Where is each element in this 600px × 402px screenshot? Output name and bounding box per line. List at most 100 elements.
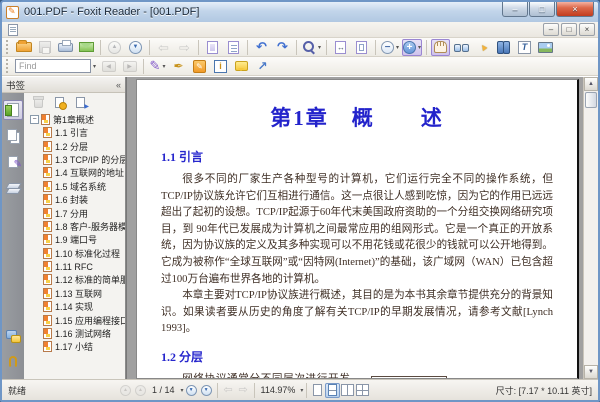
collapse-node-icon[interactable]: − [30, 115, 39, 124]
section-heading-1-1: 1.1 引言 [161, 150, 204, 164]
fit-page-button[interactable] [352, 39, 371, 56]
scroll-up-arrow[interactable]: ▲ [584, 77, 598, 91]
paragraph: 很多不同的厂家生产各种型号的计算机，它们运行完全不同的操作系统，但 TCP/IP… [161, 174, 553, 285]
last-page-button[interactable] [199, 383, 214, 398]
dropdown-caret[interactable]: ▾ [418, 44, 421, 51]
open-file-button[interactable] [14, 39, 33, 56]
bookmark-item[interactable]: 1.1 引言 [43, 126, 125, 139]
child-minimize-button[interactable]: – [543, 23, 559, 36]
text-viewer-button[interactable] [224, 39, 243, 56]
menu-item[interactable] [45, 24, 57, 38]
scrollbar-thumb[interactable] [585, 92, 597, 108]
highlight-tool-button[interactable]: ▾ [148, 58, 167, 75]
bookmark-item[interactable]: 1.8 客户-服务器模型 [43, 220, 125, 233]
minimize-button[interactable]: – [502, 2, 528, 17]
text-select-button[interactable] [515, 39, 534, 56]
bookmark-item[interactable]: 1.7 分用 [43, 206, 125, 219]
toolbar-grip[interactable] [6, 40, 9, 54]
add-bookmark-button[interactable] [50, 95, 69, 110]
bookmark-item[interactable]: 1.17 小结 [43, 340, 125, 353]
menu-item[interactable] [69, 24, 81, 38]
bookmark-item[interactable]: 1.5 域名系统 [43, 180, 125, 193]
bookmark-actions-button[interactable] [71, 95, 90, 110]
find-dropdown-caret[interactable]: ▾ [93, 63, 96, 70]
page-down-button[interactable] [126, 39, 145, 56]
toolbar-grip[interactable] [6, 59, 9, 73]
maximize-button[interactable]: □ [529, 2, 555, 17]
redo-button[interactable] [273, 39, 292, 56]
search-button[interactable] [494, 39, 513, 56]
bookmark-item[interactable]: 1.2 分层 [43, 139, 125, 152]
layout-continuous-button[interactable] [325, 382, 341, 398]
find-input[interactable] [15, 59, 91, 73]
annotations-tab-button[interactable] [3, 152, 23, 172]
delete-bookmark-button [29, 95, 48, 110]
bookmark-page-icon [43, 180, 52, 192]
bookmark-item[interactable]: 1.9 端口号 [43, 233, 125, 246]
bookmark-item[interactable]: 1.14 实现 [43, 300, 125, 313]
child-restore-button[interactable]: □ [561, 23, 577, 36]
pages-tab-button[interactable] [3, 126, 23, 146]
bookmark-root[interactable]: − 第1章概述 [30, 113, 125, 126]
hand-tool-button[interactable] [431, 38, 451, 56]
page-number-display[interactable]: 1 / 14 [152, 385, 175, 395]
collapse-sidebar-button[interactable]: « [116, 80, 121, 90]
snapshot-button[interactable] [536, 39, 555, 56]
menu-item[interactable] [21, 24, 33, 38]
annotations-tab [8, 156, 22, 170]
bookmarks-tab [5, 103, 19, 117]
child-close-button[interactable]: × [579, 23, 595, 36]
layout-single-button[interactable] [310, 383, 325, 398]
dropdown-caret[interactable]: ▾ [318, 44, 321, 51]
pdf-page[interactable]: 第1章 概 述 1.1 引言 很多不同的厂家生产各种型号的计算机，它们运行完全不… [136, 79, 579, 379]
zoom-dropdown-caret[interactable]: ▾ [300, 387, 303, 394]
menu-item[interactable] [33, 24, 45, 38]
loupe-tool-button[interactable] [452, 39, 471, 56]
print-button[interactable] [56, 39, 75, 56]
menu-item[interactable] [57, 24, 69, 38]
menu-item[interactable] [81, 24, 93, 38]
dropdown-caret[interactable]: ▾ [396, 44, 399, 51]
bookmark-children: 1.1 引言 1.2 分层 1.3 TCP/IP 的分层 1.4 互联网的地址 … [43, 126, 125, 354]
scrollbar-track[interactable] [584, 109, 598, 365]
signature-tool-button[interactable] [169, 58, 188, 75]
layout-continuous-facing-button[interactable] [355, 383, 370, 398]
zoom-in-button[interactable]: ▾ [402, 38, 423, 56]
toolbar-separator [375, 39, 377, 55]
typewriter-tool-button[interactable] [211, 58, 230, 75]
scroll-down-arrow[interactable]: ▼ [584, 365, 598, 379]
next-page-button[interactable] [184, 383, 199, 398]
bookmark-item[interactable]: 1.10 标准化过程 [43, 247, 125, 260]
close-button[interactable]: × [556, 2, 594, 17]
comments-tab-button[interactable] [3, 326, 23, 346]
undo-button[interactable] [252, 39, 271, 56]
dropdown-caret[interactable]: ▾ [162, 63, 165, 70]
note-tool-button[interactable] [232, 58, 251, 75]
zoom-out-button[interactable]: ▾ [380, 39, 400, 56]
zoom-tool-button[interactable]: ▾ [301, 39, 322, 56]
bookmark-item[interactable]: 1.12 标准的简单服务 [43, 273, 125, 286]
link-tool-button[interactable] [253, 58, 272, 75]
bookmark-item[interactable]: 1.6 封装 [43, 193, 125, 206]
fit-width-button[interactable] [331, 39, 350, 56]
menu-item[interactable] [93, 24, 105, 38]
vertical-scrollbar[interactable]: ▲ ▼ [583, 77, 598, 379]
clipboard-view-button[interactable] [203, 39, 222, 56]
bookmarks-panel: − 第1章概述 1.1 引言 1.2 分层 [24, 93, 125, 379]
bookmark-item[interactable]: 1.4 互联网的地址 [43, 166, 125, 179]
bookmark-item[interactable]: 1.3 TCP/IP 的分层 [43, 153, 125, 166]
bookmark-item[interactable]: 1.11 RFC [43, 260, 125, 273]
pencil-tool-button[interactable] [190, 58, 209, 75]
layout-facing-button[interactable] [340, 383, 355, 398]
bookmark-item-label: 1.8 客户-服务器模型 [55, 221, 125, 232]
select-tool-button[interactable] [473, 39, 492, 56]
layers-tab-button[interactable] [3, 178, 23, 198]
zoom-level-display[interactable]: 114.97% [261, 385, 296, 395]
bookmark-item[interactable]: 1.16 测试网络 [43, 327, 125, 340]
bookmarks-tab-button[interactable] [3, 100, 23, 120]
attachments-tab-button[interactable] [3, 352, 23, 372]
email-button[interactable] [77, 39, 96, 56]
prev-page-icon [135, 384, 146, 396]
bookmark-item[interactable]: 1.15 应用编程接口 [43, 313, 125, 326]
bookmark-item[interactable]: 1.13 互联网 [43, 287, 125, 300]
